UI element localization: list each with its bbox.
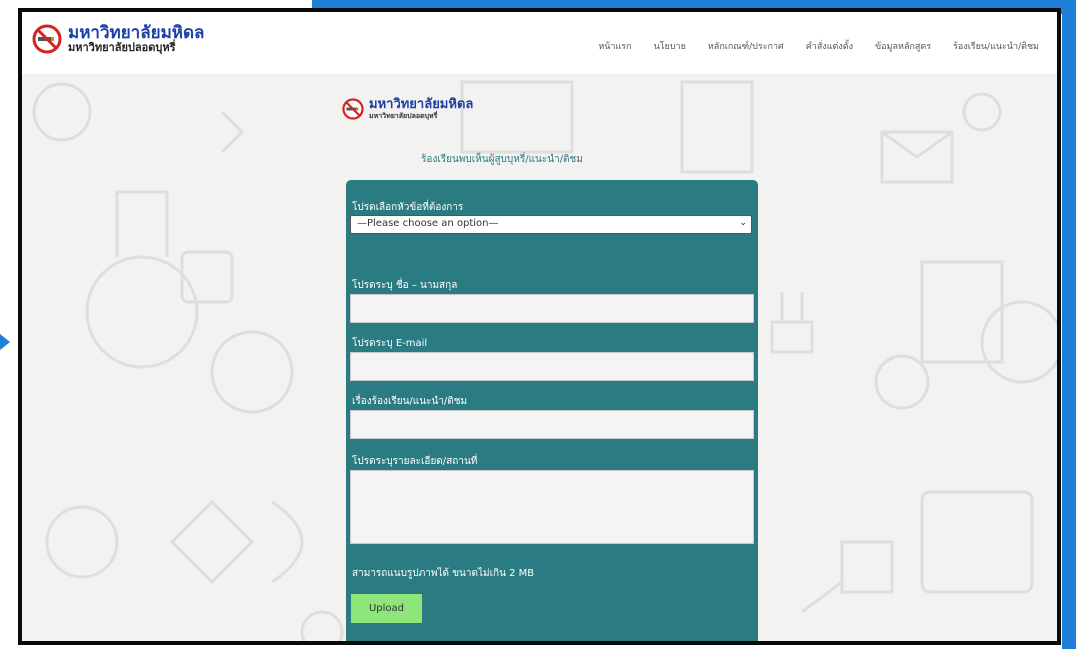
details-textarea[interactable] <box>350 470 754 544</box>
subject-label: เรื่องร้องเรียน/แนะนำ/ติชม <box>352 396 468 407</box>
form-logo: มหาวิทยาลัยมหิดล มหาวิทยาลัยปลอดบุหรี่ <box>342 98 473 120</box>
upload-button[interactable]: Upload <box>351 594 422 623</box>
nav-item-home[interactable]: หน้าแรก <box>598 39 631 53</box>
accent-arrow-left <box>0 334 10 350</box>
form-logo-name: มหาวิทยาลัยมหิดล <box>369 97 474 112</box>
form-logo-subtitle: มหาวิทยาลัยปลอดบุหรี่ <box>369 112 438 120</box>
subject-field[interactable] <box>350 410 754 439</box>
details-label: โปรดระบุรายละเอียด/สถานที่ <box>352 456 478 467</box>
email-label: โปรดระบุ E-mail <box>352 338 428 349</box>
no-smoking-icon <box>342 98 364 120</box>
nav-item-policy[interactable]: นโยบาย <box>654 39 686 53</box>
brand-subtitle: มหาวิทยาลัยปลอดบุหรี่ <box>68 41 176 54</box>
nav-item-complaint[interactable]: ร้องเรียน/แนะนำ/ติชม <box>953 39 1039 53</box>
attach-note: สามารถแนบรูปภาพได้ ขนาดไม่เกิน 2 MB <box>352 568 535 579</box>
nav-item-orders[interactable]: คำสั่งแต่งตั้ง <box>806 39 853 53</box>
page-title: ร้องเรียนพบเห็นผู้สูบบุหรี่/แนะนำ/ติชม <box>421 154 583 165</box>
complaint-form: โปรดเลือกหัวข้อที่ต้องการ —Please choose… <box>346 180 758 641</box>
name-field[interactable] <box>350 294 754 323</box>
nav-item-curriculum[interactable]: ข้อมูลหลักสูตร <box>875 39 931 53</box>
topic-label: โปรดเลือกหัวข้อที่ต้องการ <box>352 202 464 213</box>
no-smoking-icon <box>32 24 62 54</box>
name-label: โปรดระบุ ชื่อ – นามสกุล <box>352 280 458 291</box>
page-frame: มหาวิทยาลัยมหิดล มหาวิทยาลัยปลอดบุหรี่ ห… <box>18 8 1061 645</box>
nav-item-criteria[interactable]: หลักเกณฑ์/ประกาศ <box>708 39 784 53</box>
site-header: มหาวิทยาลัยมหิดล มหาวิทยาลัยปลอดบุหรี่ ห… <box>22 12 1057 74</box>
topic-select[interactable]: —Please choose an option— ⌄ <box>350 215 752 234</box>
site-logo[interactable]: มหาวิทยาลัยมหิดล มหาวิทยาลัยปลอดบุหรี่ <box>32 24 204 54</box>
main-nav: หน้าแรก นโยบาย หลักเกณฑ์/ประกาศ คำสั่งแต… <box>598 39 1039 53</box>
chevron-down-icon: ⌄ <box>739 218 747 228</box>
accent-bar-right <box>1062 0 1076 649</box>
email-field[interactable] <box>350 352 754 381</box>
brand-name: มหาวิทยาลัยมหิดล <box>68 23 205 43</box>
topic-select-value: —Please choose an option— <box>357 218 499 229</box>
